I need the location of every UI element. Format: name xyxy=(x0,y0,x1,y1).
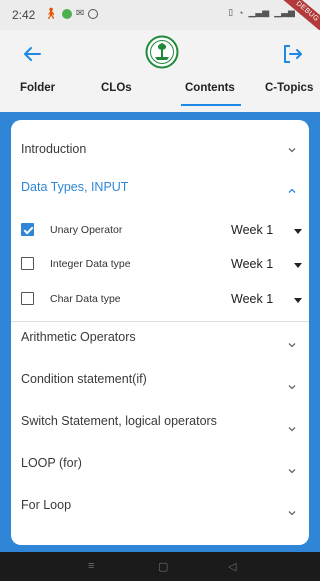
topic-data-types-input[interactable]: Data Types, INPUT xyxy=(11,164,309,204)
subtopic-label: Integer Data type xyxy=(50,258,131,270)
topic-arithmetic-operators[interactable]: Arithmetic Operators xyxy=(11,322,309,362)
subtopic-integer-data-type: Integer Data type Week 1 xyxy=(11,248,309,278)
recent-apps-icon[interactable]: ≡ xyxy=(88,560,94,572)
topic-label: Condition statement(if) xyxy=(21,372,147,386)
back-nav-icon[interactable]: ◁ xyxy=(228,560,236,573)
chevron-down-icon xyxy=(288,343,296,348)
system-navigation-bar: ≡ ▢ ◁ xyxy=(0,552,320,581)
topic-label: For Loop xyxy=(21,498,72,512)
topic-label: Arithmetic Operators xyxy=(21,330,136,344)
subtopic-char-data-type: Char Data type Week 1 xyxy=(11,283,309,313)
signal-icon: ▁▃▅ xyxy=(248,7,270,17)
topic-label: Data Types, INPUT xyxy=(21,180,129,194)
tab-folder[interactable]: Folder xyxy=(20,82,55,94)
status-left-icons: 🚶︎ ✉ xyxy=(44,7,99,20)
logout-icon xyxy=(284,45,302,63)
status-bar: 2:42 🚶︎ ✉ ▯ ◔ ▁▃▅ ▁▃▅ 4G DEBUG xyxy=(0,0,320,40)
tab-bar: Folder CLOs Contents C-Topics xyxy=(0,78,320,110)
chevron-down-icon xyxy=(288,469,296,474)
week-dropdown[interactable]: Week 1 xyxy=(231,223,273,237)
arrow-left-icon xyxy=(24,47,41,61)
topic-label: LOOP (for) xyxy=(21,456,82,470)
topic-label: Switch Statement, logical operators xyxy=(21,414,217,428)
university-logo xyxy=(145,35,179,69)
content-area: Introduction Data Types, INPUT Unary Ope… xyxy=(0,112,320,552)
vibrate-icon: ▯ xyxy=(228,7,234,17)
week-dropdown[interactable]: Week 1 xyxy=(231,257,273,271)
chevron-down-icon xyxy=(288,511,296,516)
subtopic-checkbox[interactable] xyxy=(21,223,34,236)
subtopic-checkbox[interactable] xyxy=(21,292,34,305)
topic-condition-statement[interactable]: Condition statement(if) xyxy=(11,364,309,404)
topic-label: Introduction xyxy=(21,142,87,156)
walk-icon: 🚶︎ xyxy=(44,8,58,20)
chevron-up-icon xyxy=(288,188,296,193)
subtopic-unary-operator: Unary Operator Week 1 xyxy=(11,214,309,244)
active-tab-indicator xyxy=(181,104,241,106)
tab-clos[interactable]: CLOs xyxy=(101,82,132,94)
dropdown-arrow-icon[interactable] xyxy=(294,229,302,234)
app-icon xyxy=(61,8,72,19)
topic-introduction[interactable]: Introduction xyxy=(11,120,309,164)
home-icon[interactable]: ▢ xyxy=(158,560,168,573)
dropdown-arrow-icon[interactable] xyxy=(294,263,302,268)
wifi-icon: ◔ xyxy=(238,7,244,18)
logout-button[interactable] xyxy=(280,42,304,66)
subtopic-checkbox[interactable] xyxy=(21,257,34,270)
topic-for-loop[interactable]: For Loop xyxy=(11,490,309,530)
subtopic-label: Char Data type xyxy=(50,293,121,305)
chevron-down-icon xyxy=(288,148,296,153)
chevron-down-icon xyxy=(288,427,296,432)
tab-contents[interactable]: Contents xyxy=(185,82,235,94)
topics-panel: Introduction Data Types, INPUT Unary Ope… xyxy=(11,120,309,545)
back-button[interactable] xyxy=(20,42,44,66)
dropdown-arrow-icon[interactable] xyxy=(294,298,302,303)
tab-c-topics[interactable]: C-Topics xyxy=(265,82,313,94)
subtopic-label: Unary Operator xyxy=(50,224,123,236)
app-bar xyxy=(0,30,320,78)
topic-switch-statement[interactable]: Switch Statement, logical operators xyxy=(11,406,309,446)
status-time: 2:42 xyxy=(12,8,36,22)
week-dropdown[interactable]: Week 1 xyxy=(231,292,273,306)
gmail-icon: ✉ xyxy=(75,8,85,19)
signal-icon-2: ▁▃▅ xyxy=(274,7,295,17)
message-icon xyxy=(88,8,99,19)
topic-loop-for[interactable]: LOOP (for) xyxy=(11,448,309,488)
chevron-down-icon xyxy=(288,385,296,390)
